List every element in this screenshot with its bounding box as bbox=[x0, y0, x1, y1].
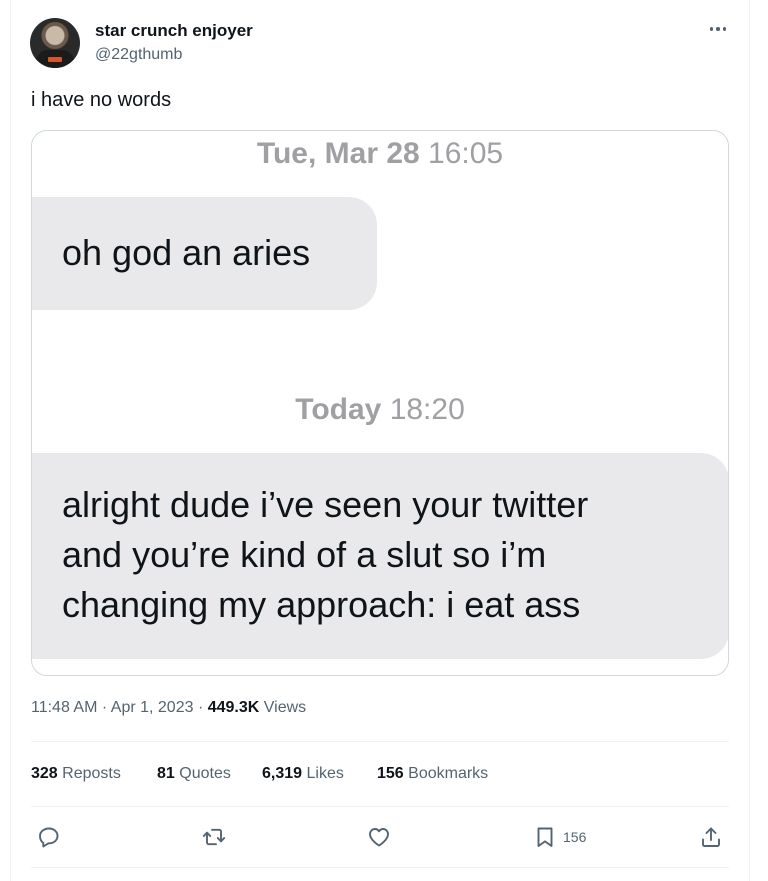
timestamp-time: 18:20 bbox=[389, 393, 465, 426]
share-button[interactable] bbox=[699, 822, 723, 852]
timestamp-day: Tue, Mar 28 bbox=[256, 137, 420, 170]
reply-icon bbox=[39, 827, 59, 848]
reposts-count: 328 bbox=[31, 765, 58, 782]
tweet-detail: star crunch enjoyer @22gthumb i have no … bbox=[0, 0, 768, 881]
avatar-shirt-print bbox=[48, 57, 62, 62]
timestamp-day: Today bbox=[295, 393, 382, 426]
bookmark-button[interactable]: 156 bbox=[533, 822, 586, 852]
reposts-label: Reposts bbox=[62, 765, 121, 782]
tweet-time[interactable]: 11:48 AM bbox=[31, 699, 97, 716]
message-line: changing my approach: i eat ass bbox=[62, 584, 581, 625]
tweet-meta: 11:48 AM · Apr 1, 2023 · 449.3K Views bbox=[31, 699, 306, 717]
divider bbox=[31, 806, 729, 807]
author-handle[interactable]: @22gthumb bbox=[95, 46, 182, 64]
likes-stat[interactable]: 6,319 Likes bbox=[262, 765, 344, 783]
message-bubble: alright dude i’ve seen your twitter and … bbox=[32, 453, 728, 659]
author-display-name[interactable]: star crunch enjoyer bbox=[95, 21, 253, 41]
quotes-label: Quotes bbox=[179, 765, 231, 782]
message-line: and you’re kind of a slut so i’m bbox=[62, 534, 547, 575]
repost-icon bbox=[202, 828, 226, 846]
divider bbox=[31, 867, 729, 868]
views-count: 449.3K bbox=[207, 699, 260, 716]
timestamp-time: 16:05 bbox=[428, 137, 504, 170]
likes-count: 6,319 bbox=[262, 765, 303, 782]
bookmark-icon bbox=[537, 827, 553, 847]
more-dot bbox=[722, 27, 727, 31]
message-line: alright dude i’ve seen your twitter bbox=[62, 484, 589, 525]
avatar[interactable] bbox=[30, 18, 80, 68]
meta-separator: · bbox=[197, 699, 204, 716]
message-timestamp: Tue, Mar 28 16:05 bbox=[32, 137, 728, 171]
column-border-right bbox=[749, 0, 750, 881]
bookmarks-stat[interactable]: 156 Bookmarks bbox=[377, 765, 488, 783]
repost-button[interactable] bbox=[202, 822, 226, 852]
tweet-text: i have no words bbox=[31, 89, 172, 111]
bookmarks-label: Bookmarks bbox=[408, 765, 489, 782]
more-options-button[interactable] bbox=[704, 18, 732, 40]
views-label: Views bbox=[263, 699, 307, 716]
tweet-media-image[interactable]: Tue, Mar 28 16:05 oh god an aries Today … bbox=[31, 130, 729, 676]
message-bubble: oh god an aries bbox=[32, 197, 377, 310]
meta-separator: · bbox=[101, 699, 108, 716]
divider bbox=[31, 741, 729, 742]
quotes-stat[interactable]: 81 Quotes bbox=[157, 765, 231, 783]
bookmarks-count: 156 bbox=[377, 765, 404, 782]
message-timestamp: Today 18:20 bbox=[32, 393, 728, 427]
like-button[interactable] bbox=[367, 822, 391, 852]
tweet-date[interactable]: Apr 1, 2023 bbox=[111, 699, 194, 716]
quotes-count: 81 bbox=[157, 765, 175, 782]
reply-button[interactable] bbox=[37, 822, 61, 852]
likes-label: Likes bbox=[306, 765, 344, 782]
like-icon bbox=[369, 828, 389, 847]
more-dot bbox=[709, 27, 714, 31]
reposts-stat[interactable]: 328 Reposts bbox=[31, 765, 121, 783]
share-icon bbox=[702, 827, 720, 847]
more-dot bbox=[716, 27, 720, 31]
column-border-left bbox=[10, 0, 11, 881]
bookmark-count: 156 bbox=[563, 829, 587, 845]
